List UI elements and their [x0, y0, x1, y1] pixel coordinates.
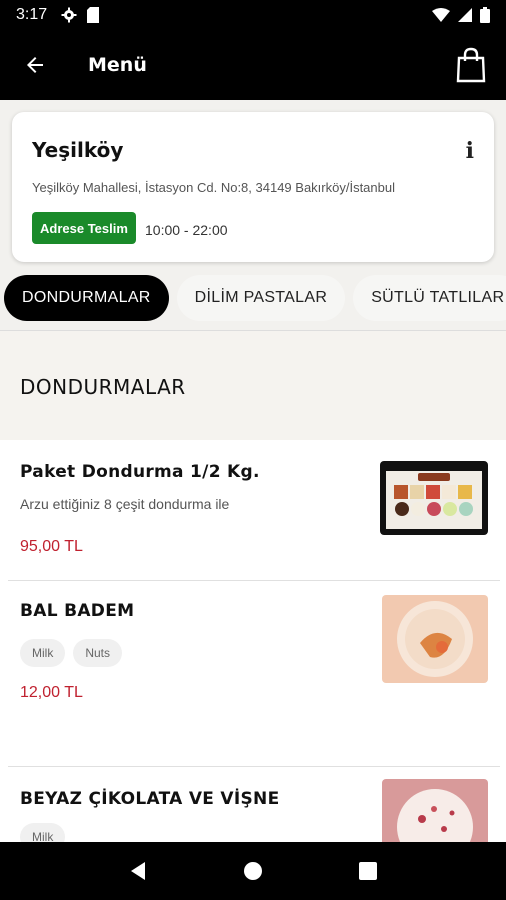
tag-chip: Milk	[20, 823, 66, 842]
category-tabs: DONDURMALAR DİLİM PASTALAR SÜTLÜ TATLILA…	[0, 272, 506, 324]
status-time: 3:17	[16, 6, 48, 23]
product-image	[380, 461, 488, 535]
tag-chip: Milk	[20, 639, 66, 667]
section-header: DONDURMALAR	[0, 330, 506, 440]
nav-back-icon[interactable]	[127, 860, 149, 882]
product-price: 12,00 TL	[20, 684, 83, 701]
product-item[interactable]: Paket Dondurma 1/2 Kg. Arzu ettiğiniz 8 …	[0, 440, 506, 580]
signal-icon	[458, 8, 472, 22]
sd-card-icon	[87, 7, 100, 23]
product-name: BEYAZ ÇİKOLATA VE VİŞNE	[20, 789, 280, 809]
arrow-left-icon	[27, 57, 43, 73]
section-title: DONDURMALAR	[20, 375, 186, 399]
store-address: Yeşilköy Mahallesi, İstasyon Cd. No:8, 3…	[32, 180, 395, 195]
nav-recents-icon[interactable]	[357, 860, 379, 882]
system-nav-bar	[0, 842, 506, 900]
product-item[interactable]: BEYAZ ÇİKOLATA VE VİŞNE Milk	[0, 767, 506, 842]
tag-chip: Nuts	[73, 639, 123, 667]
info-icon[interactable]: i	[466, 138, 474, 164]
store-info-card: Yeşilköy i Yeşilköy Mahallesi, İstasyon …	[12, 112, 494, 262]
product-tags: Milk	[20, 823, 66, 842]
product-list: Paket Dondurma 1/2 Kg. Arzu ettiğiniz 8 …	[0, 440, 506, 842]
product-tags: Milk Nuts	[20, 639, 123, 667]
tab-dilim-pastalar[interactable]: DİLİM PASTALAR	[176, 275, 346, 321]
delivery-badge: Adrese Teslim	[32, 212, 136, 244]
tab-dondurmalar[interactable]: DONDURMALAR	[4, 275, 169, 321]
store-name: Yeşilköy	[32, 138, 124, 162]
product-image	[382, 779, 488, 842]
back-button[interactable]	[0, 30, 70, 100]
cart-button[interactable]	[436, 30, 506, 100]
product-item[interactable]: BAL BADEM Milk Nuts 12,00 TL	[0, 581, 506, 765]
status-bar: 3:17	[0, 0, 506, 30]
page-title: Menü	[88, 54, 147, 76]
store-hours: 10:00 - 22:00	[145, 222, 228, 238]
tab-sutlu-tatlilar[interactable]: SÜTLÜ TATLILAR	[353, 275, 506, 321]
nav-home-icon[interactable]	[242, 860, 264, 882]
shopping-bag-icon	[456, 47, 486, 83]
settings-gear-icon	[61, 7, 77, 23]
wifi-icon	[432, 8, 450, 22]
product-name: BAL BADEM	[20, 601, 135, 621]
product-description: Arzu ettiğiniz 8 çeşit dondurma ile	[20, 496, 230, 512]
product-image	[382, 595, 488, 683]
app-bar: Menü	[0, 30, 506, 100]
product-price: 95,00 TL	[20, 538, 83, 555]
product-name: Paket Dondurma 1/2 Kg.	[20, 462, 260, 482]
battery-icon	[480, 7, 490, 23]
